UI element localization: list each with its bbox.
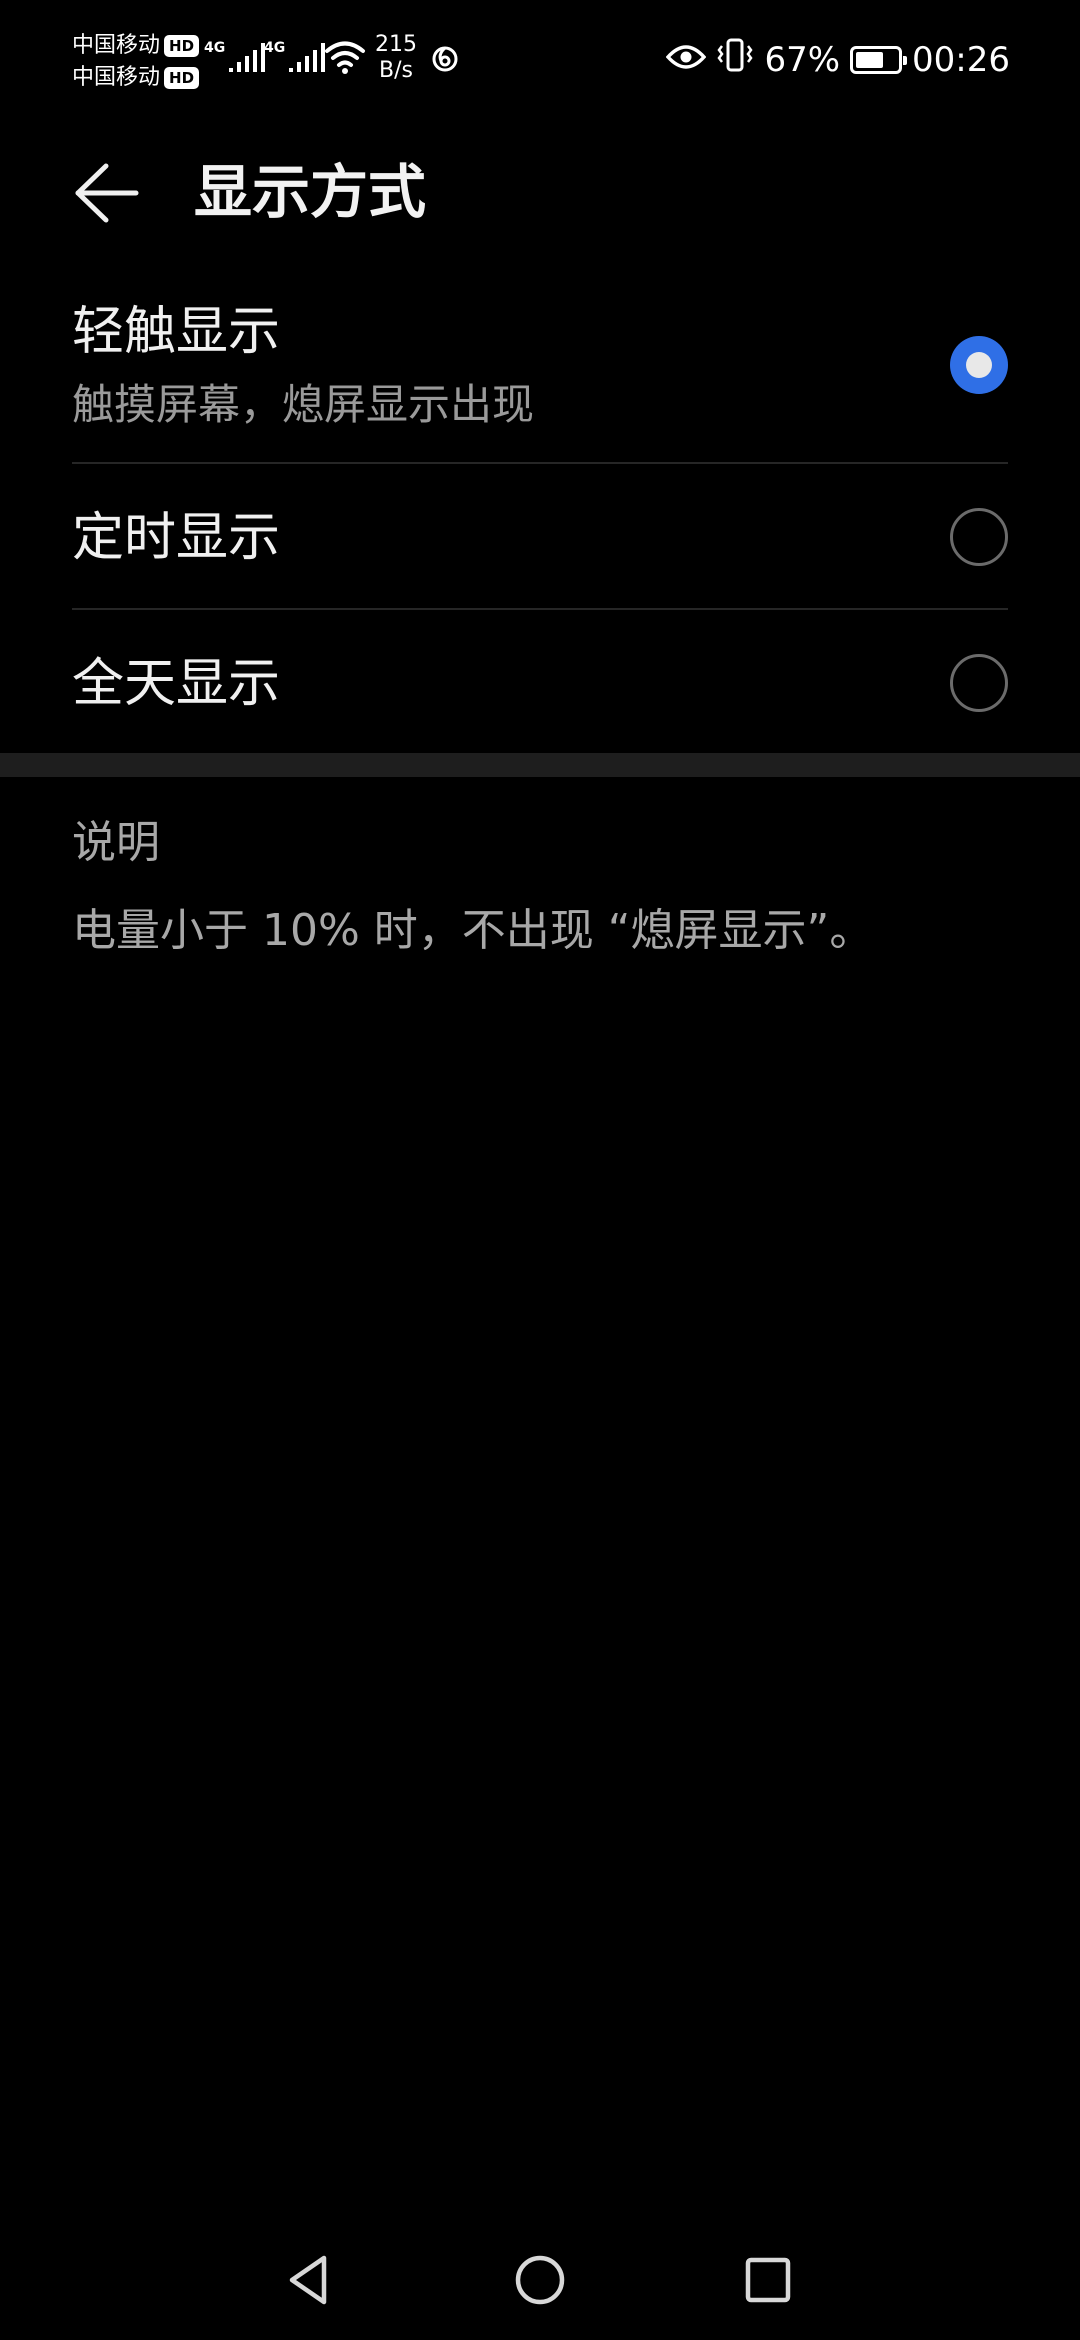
nav-recent-icon xyxy=(745,2257,791,2303)
hd-badge-2: HD xyxy=(164,67,200,89)
option-title: 定时显示 xyxy=(72,508,281,568)
status-bar: 中国移动 HD 中国移动 HD 4G 4G 215 B/s 67% 00:26 xyxy=(0,0,1080,120)
option-scheduled[interactable]: 定时显示 xyxy=(72,464,1008,610)
nav-back-icon xyxy=(289,2255,327,2305)
battery-level-fill xyxy=(856,51,884,68)
signal-icon-2: 4G xyxy=(264,40,331,74)
note-text: 电量小于 10% 时，不出现 “熄屏显示”。 xyxy=(72,905,874,956)
option-tap-to-show[interactable]: 轻触显示 触摸屏幕，熄屏显示出现 xyxy=(72,282,1008,464)
radio-button[interactable] xyxy=(950,508,1008,566)
page-title: 显示方式 xyxy=(194,158,427,226)
net-speed: 215 B/s xyxy=(375,32,417,84)
nav-home-button[interactable] xyxy=(510,2250,570,2310)
status-right-group: 67% 00:26 xyxy=(666,38,1010,81)
carrier-1-label: 中国移动 xyxy=(72,33,161,58)
nav-recent-button[interactable] xyxy=(738,2250,798,2310)
carrier-2-label: 中国移动 xyxy=(72,65,161,90)
app-header: 显示方式 xyxy=(0,140,1080,240)
back-arrow-icon xyxy=(75,163,139,223)
navigation-bar xyxy=(0,2240,1080,2320)
option-title: 全天显示 xyxy=(72,654,281,714)
eye-icon xyxy=(666,40,707,80)
swirl-icon xyxy=(430,44,460,74)
radio-button[interactable] xyxy=(950,654,1008,712)
wifi-icon xyxy=(324,40,366,78)
battery-icon xyxy=(850,45,908,74)
net-speed-unit: B/s xyxy=(379,58,413,83)
back-button[interactable] xyxy=(70,158,140,228)
vibrate-icon xyxy=(716,38,754,81)
option-title: 轻触显示 xyxy=(72,302,281,362)
display-mode-options: 轻触显示 触摸屏幕，熄屏显示出现 定时显示 全天显示 xyxy=(72,282,1008,756)
battery-percent: 67% xyxy=(764,39,841,80)
signal-icon: 4G xyxy=(204,40,271,74)
note-heading: 说明 xyxy=(72,817,160,868)
option-all-day[interactable]: 全天显示 xyxy=(72,610,1008,756)
section-divider xyxy=(0,753,1080,777)
clock-time: 00:26 xyxy=(912,39,1010,80)
nav-back-button[interactable] xyxy=(280,2250,340,2310)
carrier-info: 中国移动 HD 中国移动 HD xyxy=(72,30,200,94)
nav-home-icon xyxy=(515,2255,565,2305)
option-subtitle: 触摸屏幕，熄屏显示出现 xyxy=(72,380,535,429)
hd-badge-1: HD xyxy=(164,35,200,57)
net-speed-value: 215 xyxy=(375,32,417,57)
radio-button[interactable] xyxy=(950,336,1008,394)
